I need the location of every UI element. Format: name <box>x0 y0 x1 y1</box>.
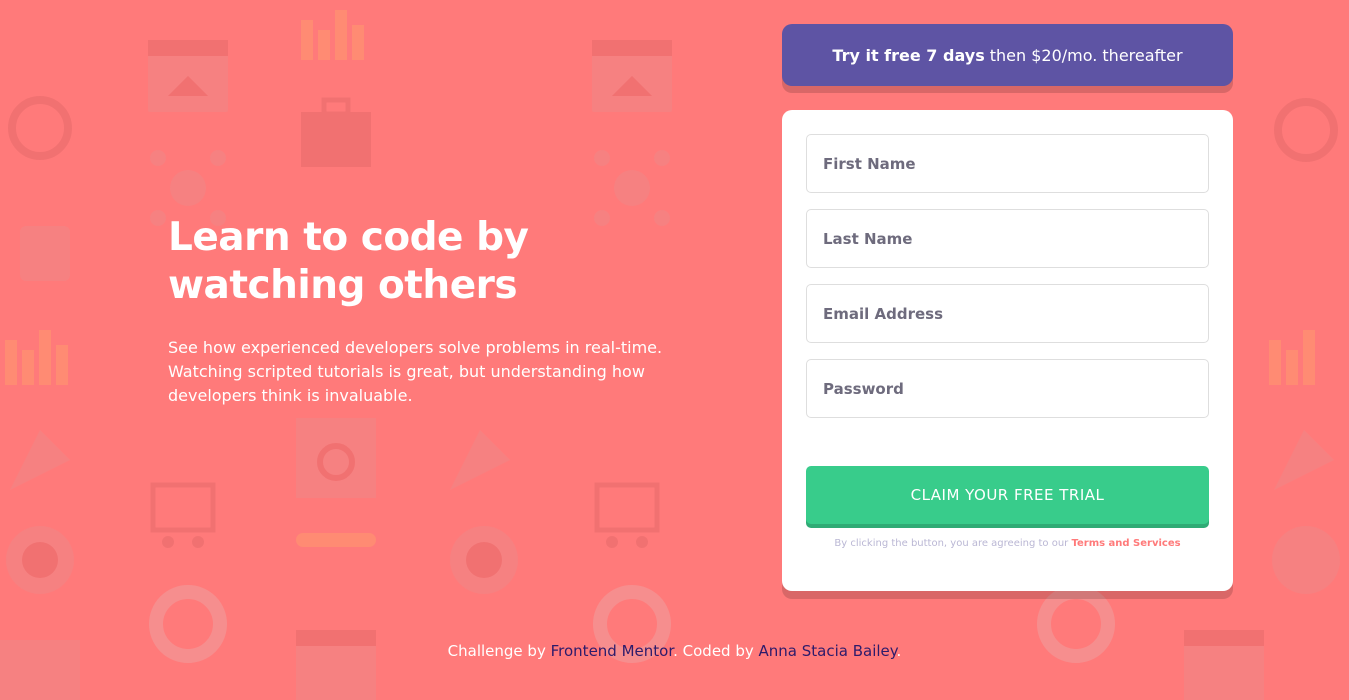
attribution-suffix: . <box>896 642 902 660</box>
frontend-mentor-link[interactable]: Frontend Mentor <box>551 642 674 660</box>
toolbox-icon <box>301 97 371 167</box>
password-field <box>806 359 1209 418</box>
first-name-field <box>806 134 1209 193</box>
hero-section: Learn to code by watching others See how… <box>168 214 688 408</box>
email-field <box>806 284 1209 343</box>
rocket-icon <box>450 430 510 490</box>
cart-icon <box>594 482 660 548</box>
globe-gear-icon <box>6 526 74 594</box>
browser-home-icon <box>148 40 228 112</box>
rocket-icon <box>1274 430 1334 490</box>
password-input[interactable] <box>823 379 1208 398</box>
hero-description: See how experienced developers solve pro… <box>168 338 663 405</box>
author-link[interactable]: Anna Stacia Bailey <box>759 642 897 660</box>
browser-home-icon <box>592 40 672 112</box>
thumbs-up-icon <box>20 226 70 281</box>
rocket-icon <box>10 430 70 490</box>
bar-chart-icon <box>1269 330 1315 385</box>
cart-icon <box>150 482 216 548</box>
globe-gear-icon <box>1272 526 1340 594</box>
email-input[interactable] <box>823 304 1208 323</box>
headset-icon <box>1274 98 1338 162</box>
last-name-field <box>806 209 1209 268</box>
terms-link[interactable]: Terms and Services <box>1071 538 1180 549</box>
terms-prefix: By clicking the button, you are agreeing… <box>834 538 1069 549</box>
headset-icon <box>8 96 72 160</box>
calendar-icon <box>0 640 80 700</box>
claim-trial-button[interactable]: CLAIM YOUR FREE TRIAL <box>806 466 1209 524</box>
last-name-input[interactable] <box>823 229 1208 248</box>
browser-home-icon <box>1184 630 1264 700</box>
terms-notice: By clicking the button, you are agreeing… <box>806 538 1209 549</box>
signup-form: CLAIM YOUR FREE TRIAL By clicking the bu… <box>782 110 1233 591</box>
trial-banner-bold: Try it free 7 days <box>832 45 985 65</box>
hero-title: Learn to code by watching others <box>168 215 529 308</box>
attribution-coded-prefix: . Coded by <box>673 642 754 660</box>
attribution-challenge-prefix: Challenge by <box>447 642 546 660</box>
browser-home-icon <box>296 630 376 700</box>
bar-chart-icon <box>301 10 364 60</box>
globe-gear-icon <box>450 526 518 594</box>
trial-banner: Try it free 7 days then $20/mo. thereaft… <box>782 24 1233 86</box>
first-name-input[interactable] <box>823 154 1208 173</box>
key-icon <box>296 533 376 547</box>
bar-chart-icon <box>5 330 68 385</box>
trial-banner-rest: then $20/mo. thereafter <box>989 45 1183 65</box>
attribution: Challenge by Frontend Mentor. Coded by A… <box>0 642 1349 660</box>
search-window-icon <box>296 418 376 498</box>
